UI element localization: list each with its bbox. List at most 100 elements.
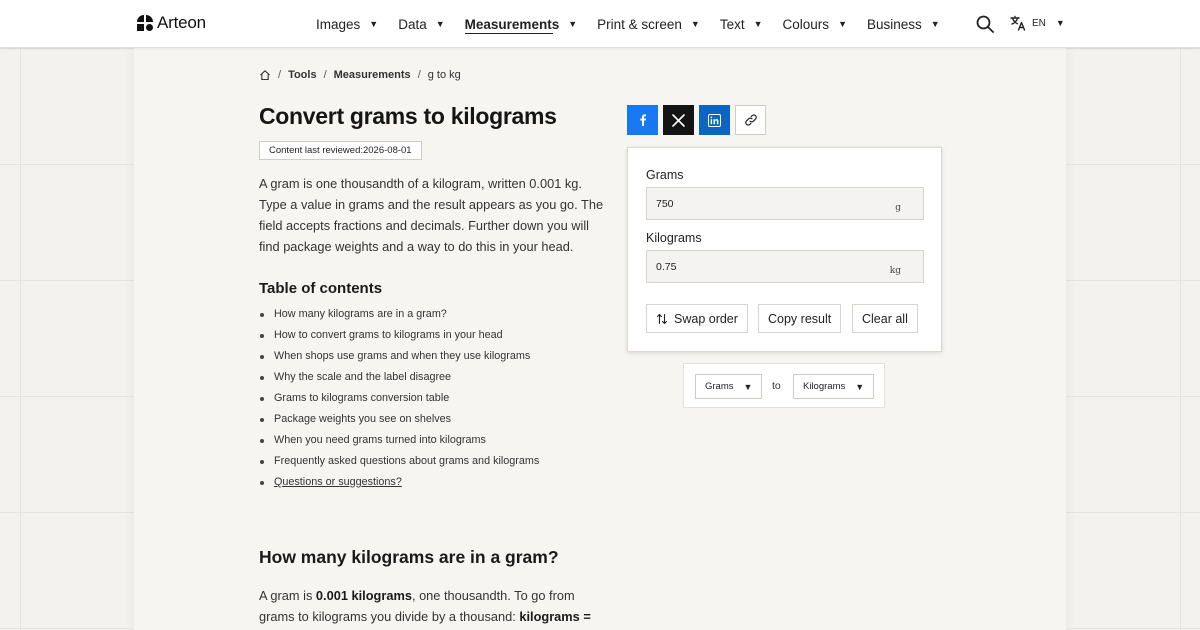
converter-panel: Grams 750 g Kilograms 0.75 kg Swap order… [627, 147, 942, 352]
toc-item-label: Why the scale and the label disagree [274, 371, 452, 383]
section-paragraph: A gram is 0.001 kilograms, one thousandt… [259, 585, 604, 627]
nav-label: Business [866, 16, 922, 32]
toc-item-questions-link[interactable]: Questions or suggestions? [259, 474, 539, 495]
chevron-down-icon: ▼ [568, 19, 578, 29]
nav-label: Images [316, 16, 361, 32]
toc-heading: Table of contents [259, 280, 383, 297]
top-navigation-bar: Arteon Images ▼ Data ▼ Measurements ▼ Pr… [0, 0, 1200, 48]
home-icon[interactable] [259, 69, 271, 81]
toc-item-label: Frequently asked questions about grams a… [274, 455, 540, 467]
toc-item[interactable]: Package weights you see on shelves [259, 411, 539, 432]
nav-label: Print & screen [597, 16, 682, 32]
text-run: A gram is [259, 588, 316, 603]
chevron-down-icon: ▼ [435, 19, 445, 29]
copy-link-button[interactable] [735, 105, 766, 135]
breadcrumb-current: g to kg [427, 69, 461, 81]
nav-item-colours[interactable]: Colours ▼ [783, 0, 847, 48]
nav-label: Colours [782, 16, 830, 32]
kilograms-unit: kg [889, 266, 901, 276]
toc-item[interactable]: Why the scale and the label disagree [259, 369, 539, 390]
breadcrumb-measurements[interactable]: Measurements [334, 69, 411, 81]
toc-item-label: When you need grams turned into kilogram… [274, 434, 486, 446]
chevron-down-icon: ▼ [743, 381, 753, 392]
swap-order-label: Swap order [674, 311, 738, 326]
active-underline [464, 33, 553, 34]
to-unit-value: Kilograms [803, 381, 846, 392]
unit-selector: Grams ▼ to Kilograms ▼ [683, 363, 885, 408]
linkedin-icon [708, 113, 721, 127]
grams-input[interactable]: 750 g [646, 187, 924, 220]
breadcrumb-tools[interactable]: Tools [288, 69, 317, 81]
breadcrumb-separator: / [278, 69, 282, 81]
from-unit-select[interactable]: Grams ▼ [695, 374, 763, 399]
chevron-down-icon: ▼ [930, 19, 940, 29]
toc-item-label: Package weights you see on shelves [274, 413, 452, 425]
nav-item-business[interactable]: Business ▼ [867, 0, 940, 48]
text-bold: kilograms = [519, 609, 591, 624]
facebook-icon [639, 114, 646, 126]
toc-item[interactable]: When shops use grams and when they use k… [259, 348, 539, 369]
clear-all-label: Clear all [862, 311, 908, 326]
main-nav: Images ▼ Data ▼ Measurements ▼ Print & s… [316, 0, 960, 48]
share-facebook-button[interactable] [627, 105, 658, 135]
nav-label: Text [719, 16, 745, 32]
toc-item-label: How to convert grams to kilograms in you… [274, 329, 503, 341]
chevron-down-icon: ▼ [855, 381, 865, 392]
grams-label: Grams [646, 168, 684, 182]
language-selector[interactable]: EN ▼ [1010, 15, 1065, 31]
text-bold: 0.001 kilograms [315, 588, 412, 603]
chevron-down-icon: ▼ [369, 19, 379, 29]
breadcrumb-separator: / [417, 69, 421, 81]
chevron-down-icon: ▼ [1055, 18, 1065, 28]
nav-item-data[interactable]: Data ▼ [398, 0, 444, 48]
x-icon [672, 113, 685, 127]
clear-all-button[interactable]: Clear all [852, 304, 918, 333]
chevron-down-icon: ▼ [753, 19, 763, 29]
translate-icon [1010, 15, 1026, 31]
chevron-down-icon: ▼ [838, 19, 847, 29]
swap-order-button[interactable]: Swap order [646, 304, 748, 333]
nav-item-text[interactable]: Text ▼ [720, 0, 763, 48]
nav-label: Data [398, 16, 427, 32]
kilograms-label: Kilograms [646, 231, 702, 245]
logo-text: Arteon [157, 13, 206, 32]
share-buttons [627, 105, 766, 135]
grams-unit: g [895, 203, 901, 213]
to-unit-select[interactable]: Kilograms ▼ [793, 374, 875, 399]
section-heading: How many kilograms are in a gram? [259, 547, 559, 567]
reviewed-badge: Content last reviewed:2026-08-01 [259, 141, 422, 160]
nav-item-images[interactable]: Images ▼ [316, 0, 378, 48]
logo-mark-icon [137, 15, 153, 31]
page-title: Convert grams to kilograms [259, 103, 557, 129]
nav-item-measurements[interactable]: Measurements ▼ [464, 0, 578, 48]
breadcrumb: / Tools / Measurements / g to kg [259, 69, 461, 81]
copy-result-button[interactable]: Copy result [758, 304, 842, 333]
kilograms-value: 0.75 [656, 261, 677, 273]
toc-item[interactable]: Frequently asked questions about grams a… [259, 453, 539, 474]
site-logo[interactable]: Arteon [137, 13, 206, 33]
toc-item-label: How many kilograms are in a gram? [274, 308, 447, 320]
grams-value: 750 [656, 198, 674, 210]
toc-item[interactable]: When you need grams turned into kilogram… [259, 432, 539, 453]
to-label: to [772, 380, 781, 392]
share-linkedin-button[interactable] [699, 105, 730, 135]
link-icon [744, 114, 757, 126]
toc-item-label: Grams to kilograms conversion table [274, 392, 450, 404]
nav-label: Measurements [464, 16, 560, 32]
intro-paragraph: A gram is one thousandth of a kilogram, … [259, 176, 604, 254]
toc-item-label: Questions or suggestions? [274, 476, 402, 488]
nav-item-print-screen[interactable]: Print & screen ▼ [597, 0, 700, 48]
toc-item[interactable]: Grams to kilograms conversion table [259, 390, 539, 411]
breadcrumb-separator: / [323, 69, 327, 81]
from-unit-value: Grams [705, 381, 734, 392]
swap-icon [656, 313, 668, 324]
kilograms-input[interactable]: 0.75 kg [646, 250, 924, 283]
copy-result-label: Copy result [768, 311, 832, 326]
language-code: EN [1032, 17, 1046, 29]
search-icon[interactable] [976, 15, 994, 33]
share-x-button[interactable] [663, 105, 694, 135]
chevron-down-icon: ▼ [690, 19, 700, 29]
toc-item-label: When shops use grams and when they use k… [274, 350, 531, 362]
toc-item[interactable]: How to convert grams to kilograms in you… [259, 327, 539, 348]
toc-item[interactable]: How many kilograms are in a gram? [259, 306, 539, 327]
